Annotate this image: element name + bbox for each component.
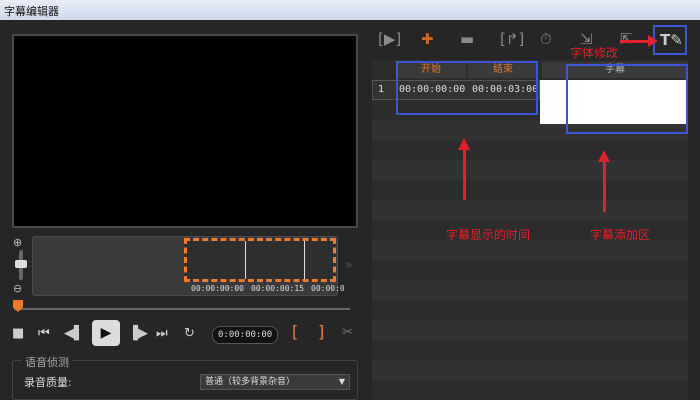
title-bar: 字幕编辑器 (0, 0, 700, 20)
subtitle-highlight-box (566, 64, 688, 134)
timeline-clip[interactable] (184, 238, 336, 282)
window-title: 字幕编辑器 (4, 5, 59, 18)
annotation-arrow (463, 148, 466, 200)
recording-quality-select[interactable]: 普通（较多背景杂音） ▼ (200, 374, 350, 390)
zoom-out-icon[interactable]: ⊖ (13, 282, 22, 295)
annotation-arrow-head (648, 35, 658, 47)
timecode-label: 00:00:0 (311, 284, 345, 293)
play-button[interactable]: ▶ (92, 320, 120, 346)
skip-start-icon[interactable]: ⏮ (38, 326, 50, 341)
zoom-slider-knob[interactable] (15, 260, 27, 268)
scissor-icon[interactable]: ✂ (342, 325, 353, 340)
prev-frame-icon[interactable]: ◀▌ (64, 326, 84, 341)
recording-quality-label: 录音质量: (24, 376, 72, 389)
skip-end-icon[interactable]: ⏭ (156, 326, 168, 341)
recording-quality-value: 普通（较多背景杂音） (205, 377, 296, 387)
mark-in-button[interactable]: [ (292, 322, 298, 341)
voice-detection-title: 语音侦测 (22, 354, 72, 370)
export-icon[interactable]: ⇱ (620, 30, 633, 48)
stop-icon[interactable]: ■ (12, 326, 24, 341)
annotation-display-time: 字幕显示的时间 (446, 228, 531, 242)
chevron-down-icon: ▼ (338, 377, 345, 386)
current-time-field[interactable]: 0:00:00:00 (212, 326, 278, 344)
annotation-arrow (603, 160, 606, 212)
scroll-right-icon[interactable]: » (345, 258, 353, 273)
clip-divider (245, 241, 246, 279)
video-preview (12, 34, 358, 228)
timecode-label: 00:00:00:15 (251, 284, 304, 293)
row-index: 1 (378, 84, 385, 95)
next-frame-icon[interactable]: ▐▶ (128, 326, 148, 341)
play-icon: ▶ (100, 325, 112, 341)
add-icon[interactable]: ✚ (421, 30, 434, 48)
time-highlight-box (396, 61, 538, 115)
clip-divider (304, 241, 305, 279)
timecode-label: 00:00:00:00 (191, 284, 244, 293)
font-edit-icon[interactable]: T✎ (660, 31, 683, 49)
annotation-font-edit: 字体修改 (570, 46, 619, 60)
merge-icon[interactable]: [↱] (500, 30, 524, 48)
zoom-in-icon[interactable]: ⊕ (13, 236, 22, 249)
mark-out-button[interactable]: ] (318, 322, 324, 341)
remove-icon[interactable]: ▬ (460, 30, 474, 48)
annotation-add-area: 字幕添加区 (590, 228, 651, 242)
timer-icon[interactable]: ⏱ (540, 30, 552, 48)
loop-icon[interactable]: ↻ (184, 326, 195, 341)
scrub-bar[interactable] (14, 308, 350, 310)
play-subtitle-icon[interactable]: [▶] (378, 30, 401, 48)
